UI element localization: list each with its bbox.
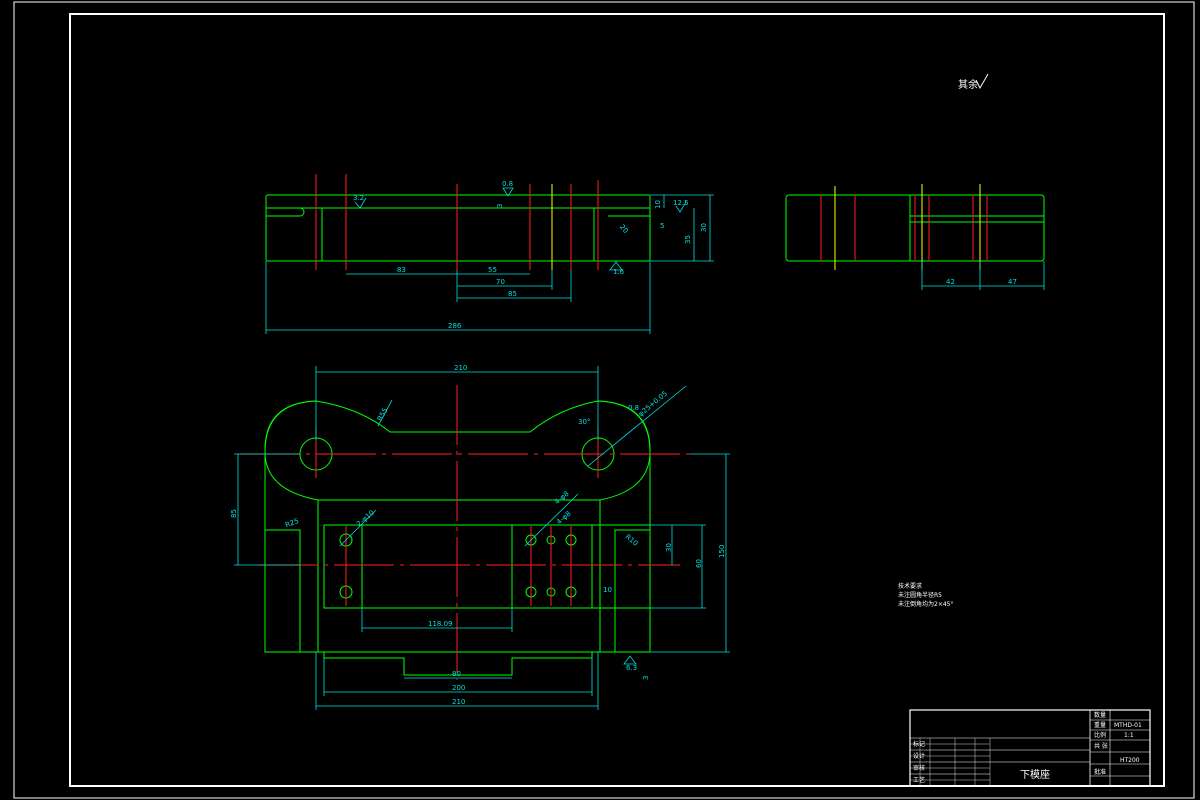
svg-text:0.8: 0.8 [502,180,513,188]
svg-text:35: 35 [684,235,692,244]
svg-text:20: 20 [618,223,630,235]
svg-text:30: 30 [665,543,673,552]
svg-text:4-φ8: 4-φ8 [555,510,572,526]
surface-note: 其余 [958,78,978,91]
svg-text:85: 85 [508,290,517,298]
svg-text:未注倒角均为2×45°: 未注倒角均为2×45° [898,600,953,608]
front-view: 83 55 70 85 286 30 35 10 5 20 3 0.8 3.2 … [265,174,714,334]
svg-text:6.3: 6.3 [626,664,637,672]
svg-text:1.6: 1.6 [613,268,625,276]
svg-text:数量: 数量 [1094,711,1106,719]
svg-text:1:1: 1:1 [1124,732,1134,739]
svg-text:工艺: 工艺 [913,776,925,784]
svg-text:12.5: 12.5 [673,199,689,207]
svg-text:55: 55 [488,266,497,274]
svg-text:3: 3 [642,676,650,680]
svg-text:共 张: 共 张 [1094,742,1108,750]
svg-text:R25: R25 [284,517,300,529]
svg-text:47: 47 [1008,278,1017,286]
svg-text:286: 286 [448,322,462,330]
svg-text:30: 30 [700,223,708,232]
svg-text:210: 210 [454,364,467,372]
svg-text:技术要求: 技术要求 [898,582,922,590]
svg-text:80: 80 [452,670,461,678]
svg-text:标记: 标记 [913,740,925,748]
svg-text:3.2: 3.2 [353,194,364,202]
svg-text:3: 3 [496,204,504,208]
svg-text:未注圆角半径R5: 未注圆角半径R5 [898,591,942,599]
svg-text:70: 70 [496,278,505,286]
svg-text:R10: R10 [624,533,640,548]
svg-text:30°: 30° [578,418,590,426]
svg-text:210: 210 [452,698,465,706]
tech-notes: 技术要求 未注圆角半径R5 未注倒角均为2×45° [898,582,953,608]
inner-frame [69,13,1165,787]
part-name: 下模座 [1020,768,1050,781]
svg-text:HT200: HT200 [1120,757,1140,764]
svg-text:比例: 比例 [1094,731,1106,739]
title-block: MTHD-01 1:1 HT200 数量 重量 比例 共 张 批准 标记 设计 … [909,709,1151,787]
svg-text:10: 10 [654,200,662,209]
side-view: 42 47 [785,184,1045,290]
svg-text:60: 60 [695,559,703,568]
svg-text:83: 83 [397,266,406,274]
svg-text:设计: 设计 [913,752,925,760]
svg-text:0.8: 0.8 [628,404,639,412]
svg-text:5: 5 [660,222,664,230]
svg-text:200: 200 [452,684,465,692]
svg-text:85: 85 [230,509,238,518]
plan-view: 210 85 150 60 30 10 118.09 80 200 210 R5… [230,364,730,710]
svg-text:150: 150 [718,545,726,558]
svg-text:重量: 重量 [1094,721,1106,729]
svg-text:42: 42 [946,278,955,286]
svg-text:审核: 审核 [913,764,925,772]
svg-text:批准: 批准 [1094,768,1106,776]
cad-drawing: 其余 83 55 70 85 286 30 35 10 5 20 3 0.8 3… [13,1,1195,799]
svg-text:MTHD-01: MTHD-01 [1114,722,1142,729]
outer-frame [13,1,1195,799]
svg-text:118.09: 118.09 [428,620,453,628]
svg-text:10: 10 [603,586,612,594]
